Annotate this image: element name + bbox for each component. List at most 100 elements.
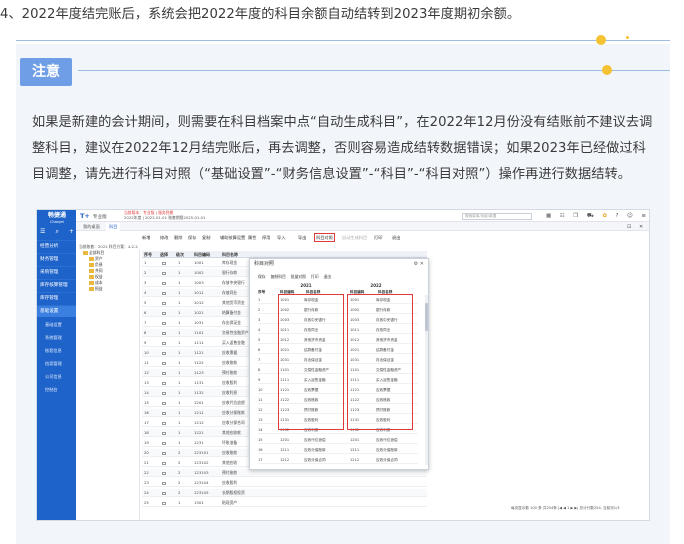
row-checkbox[interactable] [162, 481, 166, 485]
row-checkbox[interactable] [162, 391, 166, 395]
menu-icon[interactable]: ≡ [641, 212, 646, 220]
row-checkbox[interactable] [162, 341, 166, 345]
row-checkbox[interactable] [162, 321, 166, 325]
toolbar-button[interactable]: 导入 [277, 233, 285, 242]
dialog-scrollbar[interactable] [425, 295, 428, 465]
grid-column-header[interactable]: 科目编码 [194, 251, 210, 258]
row-checkbox[interactable] [162, 461, 166, 465]
sidebar-item[interactable]: 库存管理 [37, 292, 76, 304]
menu-icon[interactable]: ☰ [40, 228, 45, 236]
sidebar-item[interactable]: 基础设置 [37, 305, 76, 317]
row-checkbox[interactable] [162, 271, 166, 275]
toolbar-button[interactable]: 复制 [202, 233, 210, 242]
toolbar-button[interactable]: 删除 [174, 233, 182, 242]
close-icon[interactable]: ✕ [420, 261, 424, 267]
list-icon[interactable]: ☷ [560, 212, 565, 220]
row-checkbox[interactable] [162, 361, 166, 365]
row-checkbox[interactable] [162, 401, 166, 405]
sidebar-item[interactable]: 库存核算管理 [37, 279, 76, 291]
row-checkbox[interactable] [162, 501, 166, 505]
dialog-toolbar-button[interactable]: 退出 [324, 274, 332, 279]
toolbar-button[interactable]: 新增 [142, 233, 150, 242]
toolbar-button[interactable]: 停用 [262, 233, 270, 242]
code-2022[interactable]: 1211 [350, 446, 359, 454]
row-checkbox[interactable] [162, 261, 166, 265]
table-row[interactable]: 23 2 123104 应收股利 [142, 479, 427, 487]
help-icon[interactable]: ? [616, 212, 619, 220]
toolbar-button[interactable]: 属性 [248, 233, 256, 242]
sidebar-item[interactable]: 采购管理 [37, 266, 76, 278]
scroll-thumb[interactable] [425, 303, 428, 331]
tab-home[interactable]: 我的桌面 [80, 223, 103, 231]
toolbar-button[interactable]: 打印 [374, 233, 382, 242]
toolbar-button[interactable]: 退出 [392, 233, 400, 242]
row-checkbox[interactable] [162, 351, 166, 355]
row-checkbox[interactable] [162, 471, 166, 475]
mapping-row[interactable]: 16 1211 应收分保账款 1211 应收分保账款 [258, 446, 418, 454]
dialog-column-header[interactable]: 序号 [258, 289, 265, 295]
row-checkbox[interactable] [162, 311, 166, 315]
tab-subject[interactable]: 科目 [106, 223, 121, 231]
sidebar-subitem[interactable]: 公司信息 [37, 372, 76, 382]
row-checkbox[interactable] [162, 421, 166, 425]
sidebar-subitem[interactable]: 账套信息 [37, 346, 76, 356]
row-checkbox[interactable] [162, 281, 166, 285]
plus-icon[interactable]: + [69, 228, 74, 236]
user-icon[interactable]: ☺ [627, 212, 633, 220]
grid-icon[interactable]: ▦ [546, 212, 551, 220]
table-row[interactable]: 24 2 123105 长期股权投资 [142, 489, 427, 497]
toolbar-button[interactable]: 导出 [298, 233, 306, 242]
dialog-toolbar-button[interactable]: 打印 [311, 274, 319, 279]
toolbar-button[interactable]: 辅助核算设置 [220, 233, 245, 242]
sidebar-subitem[interactable]: 系统管理 [37, 333, 76, 343]
gift-icon[interactable]: ✿ [602, 212, 607, 220]
sidebar-subitem[interactable]: 基础设置 [37, 320, 76, 330]
row-checkbox[interactable] [162, 441, 166, 445]
row-checkbox[interactable] [162, 411, 166, 415]
row-checkbox[interactable] [162, 331, 166, 335]
menu-search-input[interactable]: 搜索菜单/功能/单据 [462, 213, 532, 220]
grid-column-header[interactable]: 选择 [160, 251, 168, 258]
brand-edition: 专业版 [92, 215, 107, 220]
code-2022[interactable]: 1212 [350, 456, 359, 464]
row-checkbox[interactable] [162, 291, 166, 295]
sidebar-subitem[interactable]: 档案管理 [37, 359, 76, 369]
toolbar-button[interactable]: 保存 [188, 233, 196, 242]
close-tab-icon[interactable]: ✕ [636, 223, 646, 231]
settings-icon[interactable]: ⚙ [414, 261, 418, 267]
row-checkbox[interactable] [162, 381, 166, 385]
row-number: 19 [144, 440, 149, 445]
name-2022[interactable]: 应收代位追偿 [376, 436, 416, 444]
sidebar-item[interactable]: 经营分析 [37, 240, 76, 252]
code-2022[interactable]: 1201 [350, 436, 359, 444]
pagination[interactable]: 每页显示数 100 条 共254条 |◀ ◀ 1 ▶ ▶| 总计行数254, 当… [511, 504, 649, 512]
sidebar-subitem[interactable]: 控制台 [37, 385, 76, 395]
row-name: 应收分保合同 [222, 420, 245, 425]
cart-icon[interactable]: ⛟ [587, 212, 594, 220]
mapping-row[interactable]: 17 1212 应收分保合同 1212 应收分保合同 [258, 456, 418, 464]
grid-column-header[interactable]: 科目名称 [222, 251, 238, 258]
row-checkbox[interactable] [162, 371, 166, 375]
table-row[interactable]: 25 1 1301 贴现资产 [142, 499, 427, 507]
toolbar-button[interactable]: 自动生成科目 [342, 233, 367, 242]
dialog-toolbar-button[interactable]: 复制科目 [271, 274, 286, 279]
collapse-icon[interactable]: ⊡ [624, 223, 634, 231]
sidebar-item[interactable]: 财务管理 [37, 253, 76, 265]
dialog-toolbar-button[interactable]: 批量对照 [291, 274, 306, 279]
name-2022[interactable]: 应收分保账款 [376, 446, 416, 454]
table-row[interactable]: 22 2 123103 预付账款 [142, 469, 427, 477]
toolbar-button[interactable]: 修改 [160, 233, 168, 242]
dialog-toolbar-button[interactable]: 保存 [258, 274, 266, 279]
row-checkbox[interactable] [162, 451, 166, 455]
mapping-row[interactable]: 15 1201 应收代位追偿 1201 应收代位追偿 [258, 436, 418, 444]
row-checkbox[interactable] [162, 431, 166, 435]
row-checkbox[interactable] [162, 491, 166, 495]
grid-column-header[interactable]: 级次 [176, 251, 184, 258]
toolbar-button[interactable]: 科目对照 [314, 233, 335, 242]
grid-column-header[interactable]: 序号 [144, 251, 152, 258]
copy-icon[interactable]: ❐ [573, 212, 578, 220]
search-icon[interactable]: ⌕ [55, 228, 58, 236]
tree-node[interactable]: 损益 [89, 286, 103, 292]
row-checkbox[interactable] [162, 301, 166, 305]
name-2022[interactable]: 应收分保合同 [376, 456, 416, 464]
